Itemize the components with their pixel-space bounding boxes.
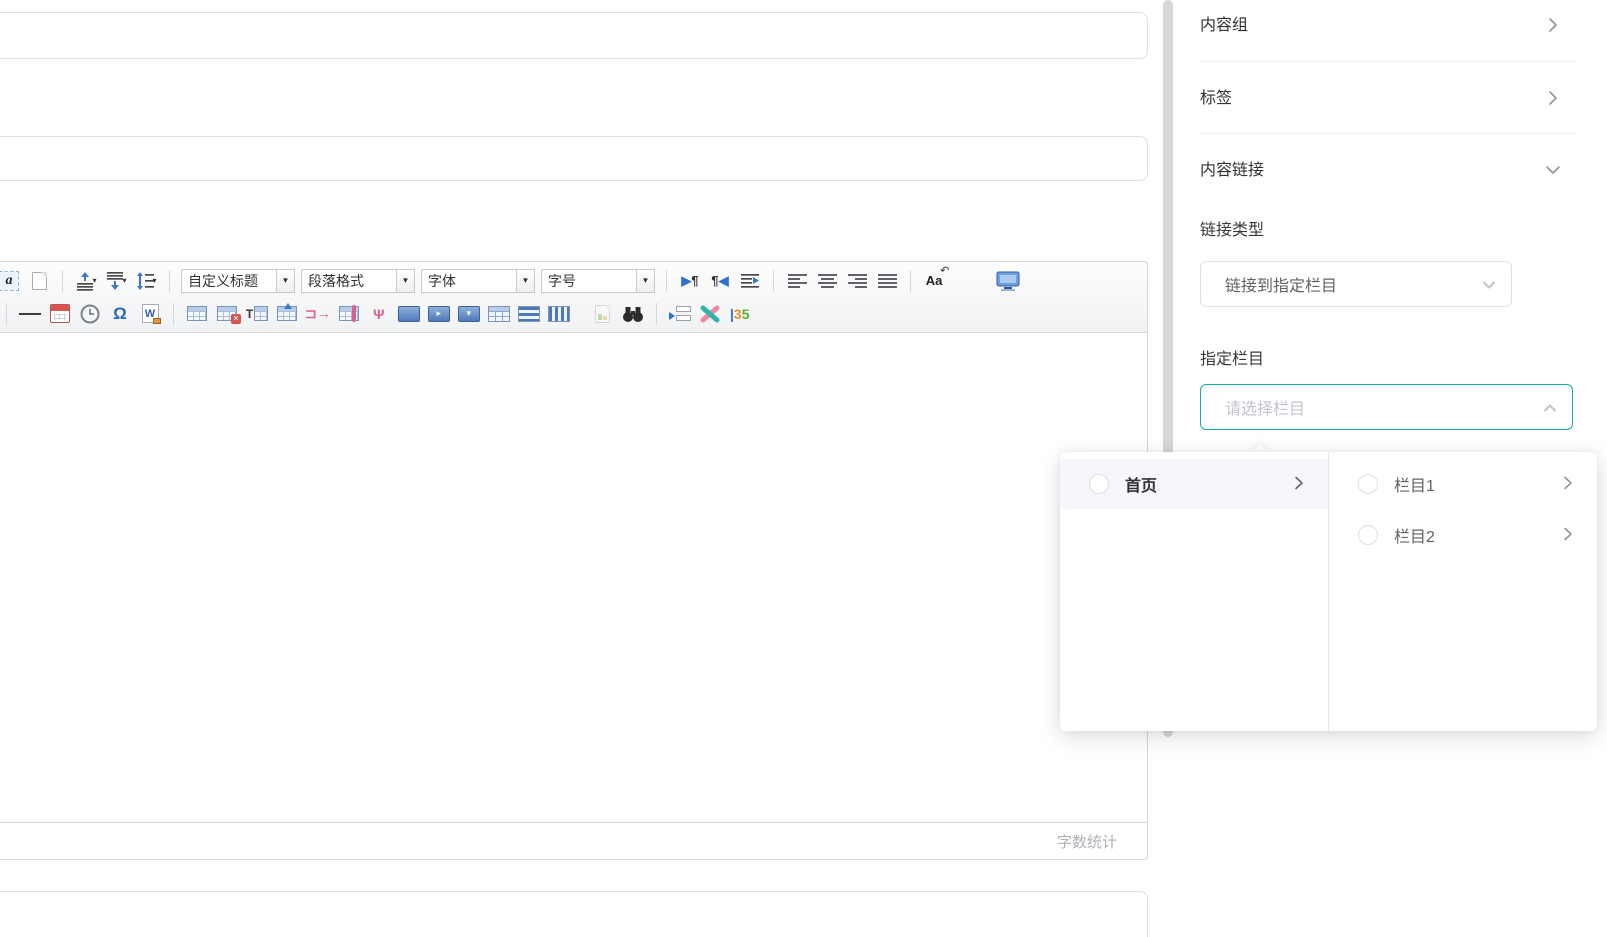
editor-content-area[interactable] bbox=[0, 333, 1147, 822]
word-image-icon[interactable]: W bbox=[138, 302, 162, 326]
paragraph-format-combo[interactable]: 段落格式 ▼ bbox=[301, 269, 415, 293]
find-replace-icon[interactable] bbox=[621, 302, 645, 326]
chevron-right-icon bbox=[1561, 526, 1575, 547]
anchor-icon[interactable]: a bbox=[0, 269, 21, 293]
section-content-link-label: 内容链接 bbox=[1200, 159, 1264, 183]
custom-heading-dropdown-button[interactable]: ▼ bbox=[277, 269, 295, 293]
chevron-right-icon bbox=[1292, 475, 1306, 496]
section-content-group-label: 内容组 bbox=[1200, 14, 1248, 38]
font-family-combo[interactable]: 字体 ▼ bbox=[421, 269, 535, 293]
link-type-value: 链接到指定栏目 bbox=[1225, 272, 1337, 296]
section-tags-label: 标签 bbox=[1200, 87, 1232, 111]
column-label: 指定栏目 bbox=[1200, 348, 1264, 372]
horizontal-rule-icon[interactable] bbox=[18, 302, 42, 326]
toolbar-separator bbox=[62, 270, 63, 292]
title-input[interactable] bbox=[0, 12, 1148, 59]
chevron-right-icon bbox=[1545, 90, 1561, 106]
bottom-input[interactable] bbox=[0, 891, 1148, 937]
table-grid-rows-icon[interactable] bbox=[517, 302, 541, 326]
paragraph-format-dropdown-button[interactable]: ▼ bbox=[397, 269, 415, 293]
section-tags[interactable]: 标签 bbox=[1176, 62, 1607, 133]
insert-title-row-icon[interactable] bbox=[275, 302, 299, 326]
cascader-level-1: 首页 bbox=[1060, 452, 1329, 731]
insert-table-icon[interactable] bbox=[185, 302, 209, 326]
cascader-item-label: 栏目1 bbox=[1394, 472, 1435, 496]
align-left-icon[interactable] bbox=[785, 269, 809, 293]
insert-col-icon[interactable] bbox=[337, 302, 361, 326]
column-placeholder: 请选择栏目 bbox=[1225, 395, 1305, 419]
line-height-icon[interactable]: ▾ bbox=[134, 269, 158, 293]
editor-toolbar: a ▾ ▾ ▾ 自定义标题 ▼ 段落格式 ▼ bbox=[0, 262, 1147, 333]
cascader-item-label: 首页 bbox=[1125, 472, 1157, 496]
indent-first-line-icon[interactable]: ▶¶ bbox=[678, 269, 702, 293]
insert-time-icon[interactable] bbox=[78, 302, 102, 326]
chevron-right-icon bbox=[1561, 475, 1575, 496]
table-block-icon[interactable] bbox=[397, 302, 421, 326]
cascader-item-label: 栏目2 bbox=[1394, 523, 1435, 547]
cascader-level-2: 栏目1 栏目2 bbox=[1329, 452, 1597, 731]
column-select[interactable]: 请选择栏目 bbox=[1200, 384, 1573, 430]
section-content-link[interactable]: 内容链接 bbox=[1176, 134, 1607, 204]
insert-date-icon[interactable] bbox=[48, 302, 72, 326]
xiumi-editor-icon[interactable] bbox=[698, 302, 722, 326]
spacing-top-icon[interactable]: ▾ bbox=[74, 269, 98, 293]
link-type-select[interactable]: 链接到指定栏目 bbox=[1200, 261, 1512, 307]
spacing-bottom-icon[interactable]: ▾ bbox=[104, 269, 128, 293]
new-page-icon[interactable] bbox=[27, 269, 51, 293]
chevron-down-icon bbox=[1481, 277, 1497, 293]
radio-icon[interactable] bbox=[1089, 474, 1109, 494]
paragraph-format-value: 段落格式 bbox=[301, 269, 397, 293]
merge-right-icon[interactable]: ⊐→ bbox=[305, 302, 331, 326]
cascader-item-column1[interactable]: 栏目1 bbox=[1329, 458, 1597, 509]
table-block-arrow-down-icon[interactable]: ▾ bbox=[457, 302, 481, 326]
indent-more-icon[interactable] bbox=[738, 269, 762, 293]
chevron-down-icon bbox=[1545, 162, 1561, 178]
custom-heading-combo[interactable]: 自定义标题 ▼ bbox=[181, 269, 295, 293]
align-center-icon[interactable] bbox=[815, 269, 839, 293]
toolbar-separator bbox=[666, 270, 667, 292]
radio-icon[interactable] bbox=[1358, 474, 1378, 494]
editor-status-bar: 字数统计 bbox=[0, 822, 1147, 859]
toolbar-row-2: Ω W ✕ T ⊐→ Ψ ▸ ▾ |35 bbox=[0, 297, 1147, 330]
toolbar-separator bbox=[169, 270, 170, 292]
align-justify-icon[interactable] bbox=[875, 269, 899, 293]
font-family-value: 字体 bbox=[421, 269, 517, 293]
font-family-dropdown-button[interactable]: ▼ bbox=[517, 269, 535, 293]
case-convert-icon[interactable]: Aa↶ bbox=[922, 269, 946, 293]
table-block-arrow-right-icon[interactable]: ▸ bbox=[427, 302, 451, 326]
table-grid-cells-icon[interactable] bbox=[487, 302, 511, 326]
toolbar-separator bbox=[173, 303, 174, 325]
indent-rtl-icon[interactable]: ¶◀ bbox=[708, 269, 732, 293]
font-size-dropdown-button[interactable]: ▼ bbox=[637, 269, 655, 293]
table-grid-cols-icon[interactable] bbox=[547, 302, 571, 326]
cascader-item-column2[interactable]: 栏目2 bbox=[1329, 509, 1597, 560]
toolbar-separator bbox=[773, 270, 774, 292]
section-content-group[interactable]: 内容组 bbox=[1176, 0, 1607, 61]
word-count-label: 字数统计 bbox=[1057, 831, 1117, 852]
toolbar-separator bbox=[6, 303, 7, 325]
toolbar-separator bbox=[656, 303, 657, 325]
custom-heading-value: 自定义标题 bbox=[181, 269, 277, 293]
chevron-right-icon bbox=[1545, 17, 1561, 33]
font-size-value: 字号 bbox=[541, 269, 637, 293]
chevron-up-icon bbox=[1542, 400, 1558, 416]
link-type-label: 链接类型 bbox=[1200, 219, 1264, 243]
column-cascader-dropdown: 首页 栏目1 栏目2 bbox=[1060, 452, 1597, 731]
doc-disabled-icon bbox=[591, 302, 615, 326]
delete-table-icon[interactable]: ✕ bbox=[215, 302, 239, 326]
font-size-combo[interactable]: 字号 ▼ bbox=[541, 269, 655, 293]
toolbar-row-1: a ▾ ▾ ▾ 自定义标题 ▼ 段落格式 ▼ bbox=[0, 264, 1147, 297]
split-cell-icon[interactable]: Ψ bbox=[367, 302, 391, 326]
special-char-icon[interactable]: Ω bbox=[108, 302, 132, 326]
editor-135-icon[interactable]: |35 bbox=[728, 302, 752, 326]
toolbar-separator bbox=[910, 270, 911, 292]
cascader-item-home[interactable]: 首页 bbox=[1060, 458, 1328, 509]
radio-icon[interactable] bbox=[1358, 525, 1378, 545]
secondary-input[interactable] bbox=[0, 136, 1148, 181]
page-break-icon[interactable] bbox=[668, 302, 692, 326]
align-right-icon[interactable] bbox=[845, 269, 869, 293]
rich-text-editor: a ▾ ▾ ▾ 自定义标题 ▼ 段落格式 ▼ bbox=[0, 261, 1148, 860]
table-title-icon[interactable]: T bbox=[245, 302, 269, 326]
preview-monitor-icon[interactable] bbox=[996, 269, 1020, 293]
